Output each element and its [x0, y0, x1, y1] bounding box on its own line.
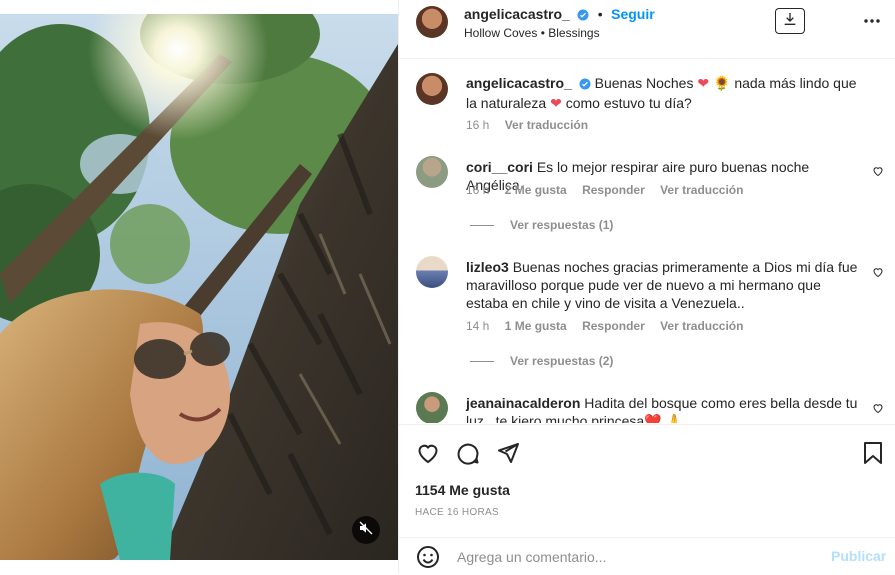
- view-replies-label: Ver respuestas (2): [510, 354, 614, 368]
- author-username[interactable]: angelicacastro_: [464, 6, 570, 22]
- emoji-icon: [416, 546, 440, 573]
- comment-icon: [456, 443, 480, 469]
- media-top-margin: [0, 0, 398, 14]
- comment-likes[interactable]: 2 Me gusta: [505, 183, 567, 197]
- download-button[interactable]: [775, 8, 805, 34]
- replies-divider: [470, 360, 494, 362]
- comment-translate-button[interactable]: Ver traducción: [660, 319, 743, 333]
- more-options-icon: [863, 11, 881, 29]
- comment-avatar[interactable]: [416, 156, 448, 188]
- post-photo: [0, 14, 398, 560]
- post-actions: 1154 Me gusta HACE 16 HORAS: [399, 424, 895, 535]
- verified-badge-icon: [577, 8, 589, 26]
- comment-age[interactable]: 16 h: [466, 183, 489, 197]
- comment-reply-button[interactable]: Responder: [582, 319, 645, 333]
- caption-meta: 16 h Ver traducción: [466, 118, 600, 132]
- caption-text-1: Buenas Noches: [594, 75, 694, 91]
- save-button[interactable]: [862, 441, 884, 470]
- more-options-button[interactable]: [860, 8, 884, 32]
- comment-text: lizleo3 Buenas noches gracias primeramen…: [466, 258, 861, 312]
- comment-username[interactable]: jeanainacalderon: [466, 395, 580, 411]
- comment-username[interactable]: lizleo3: [466, 259, 509, 275]
- download-icon: [782, 11, 798, 32]
- verified-badge-icon: [579, 76, 591, 94]
- like-button[interactable]: [416, 441, 440, 470]
- media-bottom-margin: [0, 560, 398, 574]
- mute-icon: [358, 520, 374, 541]
- comment-like-heart-icon[interactable]: [872, 401, 884, 419]
- comment-body: Buenas noches gracias primeramente a Dio…: [466, 259, 858, 311]
- sunflower-emoji: 🌻: [712, 75, 731, 91]
- comment-username[interactable]: cori__cori: [466, 159, 533, 175]
- add-comment-bar: Publicar: [399, 537, 895, 575]
- view-replies-button[interactable]: Ver respuestas (2): [470, 354, 613, 368]
- caption-username[interactable]: angelicacastro_: [466, 75, 572, 91]
- comment-avatar[interactable]: [416, 392, 448, 423]
- caption-translate-button[interactable]: Ver traducción: [505, 118, 588, 132]
- heart-emoji-2: ❤: [550, 95, 562, 111]
- comments-list[interactable]: angelicacastro_ Buenas Noches ❤ 🌻 nada m…: [399, 59, 895, 423]
- comment-reply-button[interactable]: Responder: [582, 183, 645, 197]
- comment-translate-button[interactable]: Ver traducción: [660, 183, 743, 197]
- caption-text: angelicacastro_ Buenas Noches ❤ 🌻 nada m…: [466, 74, 861, 112]
- comment-meta: 14 h 1 Me gusta Responder Ver traducción: [466, 319, 755, 333]
- caption-text-4: como estuvo tu día?: [565, 95, 692, 111]
- comment-button[interactable]: [456, 441, 480, 470]
- publish-button[interactable]: Publicar: [831, 548, 886, 564]
- comment-input[interactable]: [455, 548, 819, 566]
- share-button[interactable]: [496, 441, 520, 470]
- mute-button[interactable]: [352, 516, 380, 544]
- replies-divider: [470, 224, 494, 226]
- post-timestamp: HACE 16 HORAS: [415, 507, 499, 518]
- comment-likes[interactable]: 1 Me gusta: [505, 319, 567, 333]
- share-icon: [496, 443, 520, 469]
- author-avatar[interactable]: [416, 6, 448, 38]
- follow-button[interactable]: Seguir: [611, 6, 655, 22]
- comment-meta: 16 h 2 Me gusta Responder Ver traducción: [466, 183, 755, 197]
- comment-like-heart-icon[interactable]: [872, 265, 884, 283]
- caption-text-3: naturaleza: [480, 95, 547, 111]
- comment-text: jeanainacalderon Hadita del bosque como …: [466, 394, 861, 423]
- audio-label[interactable]: Hollow Coves • Blessings: [464, 26, 600, 40]
- comment-avatar[interactable]: [416, 256, 448, 288]
- view-replies-label: Ver respuestas (1): [510, 218, 614, 232]
- emoji-picker-button[interactable]: [416, 545, 440, 574]
- save-icon: [862, 442, 884, 469]
- comment-like-heart-icon[interactable]: [872, 164, 884, 182]
- view-replies-button[interactable]: Ver respuestas (1): [470, 218, 613, 232]
- heart-emoji: ❤: [697, 75, 710, 91]
- caption-avatar[interactable]: [416, 73, 448, 105]
- post-media[interactable]: [0, 14, 398, 560]
- likes-count[interactable]: 1154 Me gusta: [415, 482, 510, 498]
- heart-icon: [416, 444, 440, 469]
- header-separator: •: [597, 6, 603, 22]
- caption-age[interactable]: 16 h: [466, 118, 489, 132]
- post-details-panel: angelicacastro_ • Seguir Hollow Coves • …: [398, 0, 895, 574]
- post-header: angelicacastro_ • Seguir Hollow Coves • …: [399, 0, 895, 59]
- comment-age[interactable]: 14 h: [466, 319, 489, 333]
